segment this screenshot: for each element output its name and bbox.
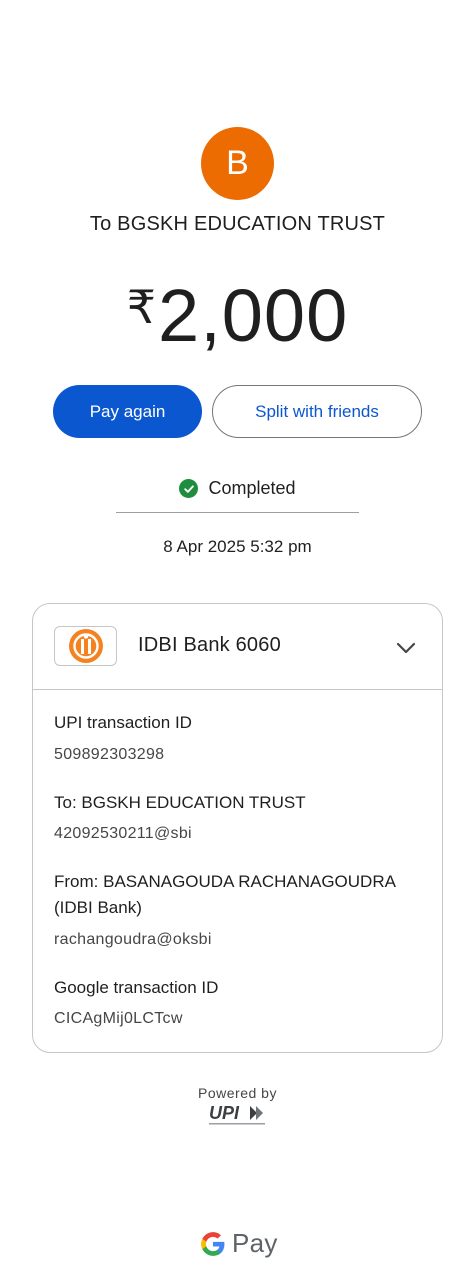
transaction-status: Completed <box>0 478 475 499</box>
google-transaction-id-value: CICAgMij0LCTcw <box>54 1010 183 1027</box>
google-transaction-id-label: Google transaction ID <box>54 978 219 997</box>
amount: ₹2,000 <box>0 262 475 382</box>
split-with-friends-button[interactable]: Split with friends <box>212 385 422 438</box>
recipient-upi-id: 42092530211@sbi <box>54 825 192 842</box>
transaction-details-card: IDBI Bank 6060 UPI transaction ID 509892… <box>32 603 443 1053</box>
chevron-down-icon[interactable] <box>394 636 418 660</box>
powered-by-label: Powered by <box>198 1085 277 1101</box>
svg-text:UPI: UPI <box>209 1103 240 1123</box>
google-g-icon <box>201 1231 225 1256</box>
status-label: Completed <box>208 478 296 498</box>
google-pay-wordmark: Pay <box>232 1228 278 1258</box>
payee-initial: B <box>226 144 249 182</box>
split-label: Split with friends <box>255 401 379 421</box>
payee-title: To BGSKH EDUCATION TRUST <box>89 213 386 235</box>
currency-symbol: ₹ <box>126 281 157 333</box>
idbi-bank-logo <box>54 626 117 666</box>
pay-again-label: Pay again <box>89 401 166 421</box>
sender-label: From: BASANAGOUDA RACHANAGOUDRA (IDBI Ba… <box>54 872 396 917</box>
sender-upi-id: rachangoudra@oksbi <box>54 931 212 948</box>
bank-account-header[interactable]: IDBI Bank 6060 <box>33 604 442 690</box>
upi-transaction-id-value: 509892303298 <box>54 746 165 763</box>
recipient-label: To: BGSKH EDUCATION TRUST <box>54 793 306 812</box>
google-pay-brand: Pay <box>200 1228 278 1259</box>
upi-logo: UPI <box>209 1103 265 1125</box>
payee-avatar: B <box>201 127 274 200</box>
transaction-datetime: 8 Apr 2025 5:32 pm <box>163 537 312 556</box>
amount-value: 2,000 <box>158 274 349 357</box>
pay-again-button[interactable]: Pay again <box>53 385 202 438</box>
bank-account-label: IDBI Bank 6060 <box>138 634 281 656</box>
upi-transaction-id-label: UPI transaction ID <box>54 713 192 732</box>
check-circle-icon <box>179 479 199 498</box>
status-divider <box>116 512 359 513</box>
